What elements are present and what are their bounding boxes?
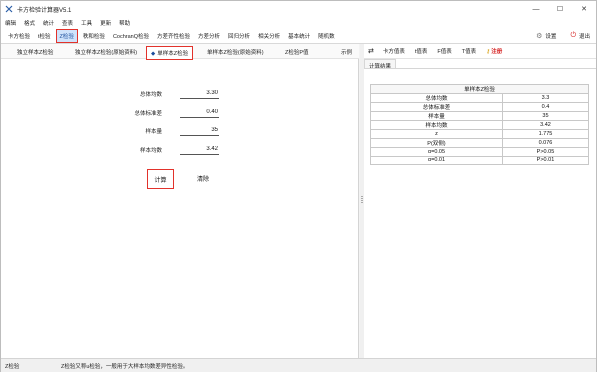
population-sd-input[interactable] — [180, 107, 219, 118]
clear-button[interactable]: 清除 — [197, 174, 209, 183]
menu-update[interactable]: 更新 — [100, 19, 111, 27]
title-bar: 卡方检验计算器V5.1 — ☐ ✕ — [1, 1, 596, 17]
gear-icon: ⚙ — [536, 33, 543, 40]
subtab-one-sample-z-raw[interactable]: 单样本Z检验(原始资料) — [203, 46, 268, 58]
population-mean-label: 总体均数 — [139, 92, 162, 98]
menu-tools[interactable]: 工具 — [81, 19, 92, 27]
tab-t-table[interactable]: t值表 — [410, 47, 433, 55]
result-label: P(双侧) — [370, 137, 503, 148]
tab-chi-square-table[interactable]: 卡方值表 — [378, 47, 410, 55]
result-table-title: 单样本Z检验 — [370, 84, 589, 94]
result-value: 0.4 — [501, 102, 590, 112]
sample-mean-input[interactable] — [180, 144, 219, 155]
table-row: z 1.775 — [370, 129, 590, 139]
result-value: 0.076 — [501, 137, 590, 148]
result-label: 样本量 — [370, 111, 503, 121]
tab-f-table[interactable]: F值表 — [432, 47, 456, 55]
result-label: α=0.05 — [370, 146, 503, 157]
tab-basic-stats[interactable]: 基本统计 — [285, 30, 313, 42]
menu-format[interactable]: 格式 — [24, 19, 35, 27]
tab-z-test[interactable]: Z检验 — [55, 28, 78, 43]
status-current-test: Z检验 — [5, 364, 20, 370]
settings-button[interactable]: ⚙ 设置 — [536, 32, 556, 40]
result-panel: ⇄ 卡方值表 t值表 F值表 T值表 ⚷注册 计算结果 单样本Z检验 总体均数 3… — [364, 44, 596, 358]
table-row: 样本量 35 — [370, 111, 590, 121]
tab-homogeneity[interactable]: 方差齐性检验 — [154, 30, 193, 42]
menu-bar: 编辑 格式 统计 查表 工具 更新 帮助 — [1, 17, 596, 28]
settings-label: 设置 — [545, 34, 557, 40]
z-test-subtabs: 独立样本Z检验 独立样本Z检验(原始资料) ◆ 单样本Z检验 单样本Z检验(原始资… — [1, 44, 359, 60]
subtab-one-sample-z[interactable]: ◆ 单样本Z检验 — [146, 46, 194, 60]
tab-random-number[interactable]: 随机数 — [315, 30, 338, 42]
table-row: α=0.05 P>0.05 — [370, 146, 590, 157]
result-label: α=0.01 — [370, 155, 503, 166]
input-panel: 独立样本Z检验 独立样本Z检验(原始资料) ◆ 单样本Z检验 单样本Z检验(原始资… — [1, 44, 359, 358]
swap-panels-icon[interactable]: ⇄ — [364, 47, 378, 55]
menu-edit[interactable]: 编辑 — [5, 19, 16, 27]
splitter-grip-icon — [361, 196, 363, 204]
power-icon: ⏻ — [570, 32, 576, 39]
menu-help[interactable]: 帮助 — [119, 19, 130, 27]
subtab-one-sample-z-label: 单样本Z检验 — [157, 51, 189, 57]
population-mean-input[interactable] — [180, 88, 219, 99]
diamond-icon: ◆ — [151, 51, 156, 57]
app-window: 卡方检验计算器V5.1 — ☐ ✕ 编辑 格式 统计 查表 工具 更新 帮助 卡… — [0, 0, 597, 372]
result-value: 3.42 — [501, 120, 590, 130]
subtab-example[interactable]: 示例 — [337, 46, 356, 58]
sample-mean-row: 样本均数 — [1, 144, 359, 156]
key-icon: ⚷ — [486, 49, 491, 55]
tab-regression[interactable]: 回归分析 — [225, 30, 253, 42]
app-logo-icon — [5, 5, 13, 13]
subtab-independent-z[interactable]: 独立样本Z检验 — [13, 46, 57, 58]
result-area: 单样本Z检验 总体均数 3.3 总体标准差 0.4 样本量 35 样本均数 3.42 z… — [364, 68, 596, 358]
sample-mean-label: 样本均数 — [139, 148, 162, 154]
result-label: 样本均数 — [370, 120, 503, 130]
sample-size-input[interactable] — [180, 125, 219, 136]
window-title: 卡方检验计算器V5.1 — [17, 7, 72, 14]
tab-cochran-q[interactable]: CochranQ检验 — [110, 30, 152, 42]
result-value: 3.3 — [501, 93, 590, 103]
population-mean-row: 总体均数 — [1, 88, 359, 100]
subtab-z-p-value[interactable]: Z检验P值 — [281, 46, 313, 58]
lookup-table-tabs: ⇄ 卡方值表 t值表 F值表 T值表 ⚷注册 — [364, 44, 596, 59]
tab-anova[interactable]: 方差分析 — [195, 30, 223, 42]
sample-size-row: 样本量 — [1, 125, 359, 137]
tab-correlation[interactable]: 相关分析 — [255, 30, 283, 42]
result-label: z — [370, 129, 503, 139]
result-value: P>0.01 — [501, 155, 590, 166]
register-label: 注册 — [491, 49, 503, 55]
tab-big-t-table[interactable]: T值表 — [457, 47, 481, 55]
table-row: 总体均数 3.3 — [370, 93, 590, 103]
maximize-button[interactable]: ☐ — [548, 1, 572, 17]
tab-rank-sum[interactable]: 秩和检验 — [80, 30, 108, 42]
table-row: α=0.01 P>0.01 — [370, 155, 590, 166]
sample-size-label: 样本量 — [145, 129, 162, 135]
tab-chi-square[interactable]: 卡方检验 — [5, 30, 33, 42]
close-button[interactable]: ✕ — [572, 1, 596, 17]
result-table: 单样本Z检验 总体均数 3.3 总体标准差 0.4 样本量 35 样本均数 3.42 z… — [370, 84, 590, 166]
menu-lookup-table[interactable]: 查表 — [62, 19, 73, 27]
exit-label: 退出 — [578, 34, 590, 40]
minimize-button[interactable]: — — [524, 1, 548, 17]
exit-button[interactable]: ⏻ 退出 — [570, 32, 590, 40]
table-row: 总体标准差 0.4 — [370, 102, 590, 112]
result-value: 35 — [501, 111, 590, 121]
result-value: 1.775 — [501, 129, 590, 139]
test-type-tabs: 卡方检验 t检验 Z检验 秩和检验 CochranQ检验 方差齐性检验 方差分析… — [1, 28, 596, 44]
population-sd-row: 总体标准差 — [1, 107, 359, 119]
calculate-button[interactable]: 计算 — [147, 169, 174, 189]
register-button[interactable]: ⚷注册 — [481, 47, 507, 55]
result-value: P>0.05 — [501, 146, 590, 157]
table-row: P(双侧) 0.076 — [370, 137, 590, 148]
result-label: 总体标准差 — [370, 102, 503, 112]
tab-t-test[interactable]: t检验 — [35, 30, 54, 42]
status-message: Z检验又称u检验，一般用于大样本均数差异性检验。 — [61, 364, 189, 370]
subtab-independent-z-raw[interactable]: 独立样本Z检验(原始资料) — [71, 46, 141, 58]
status-bar: Z检验 Z检验又称u检验，一般用于大样本均数差异性检验。 — [1, 358, 596, 372]
result-label: 总体均数 — [370, 93, 503, 103]
population-sd-label: 总体标准差 — [134, 111, 162, 117]
table-row: 样本均数 3.42 — [370, 120, 590, 130]
menu-statistics[interactable]: 统计 — [43, 19, 54, 27]
